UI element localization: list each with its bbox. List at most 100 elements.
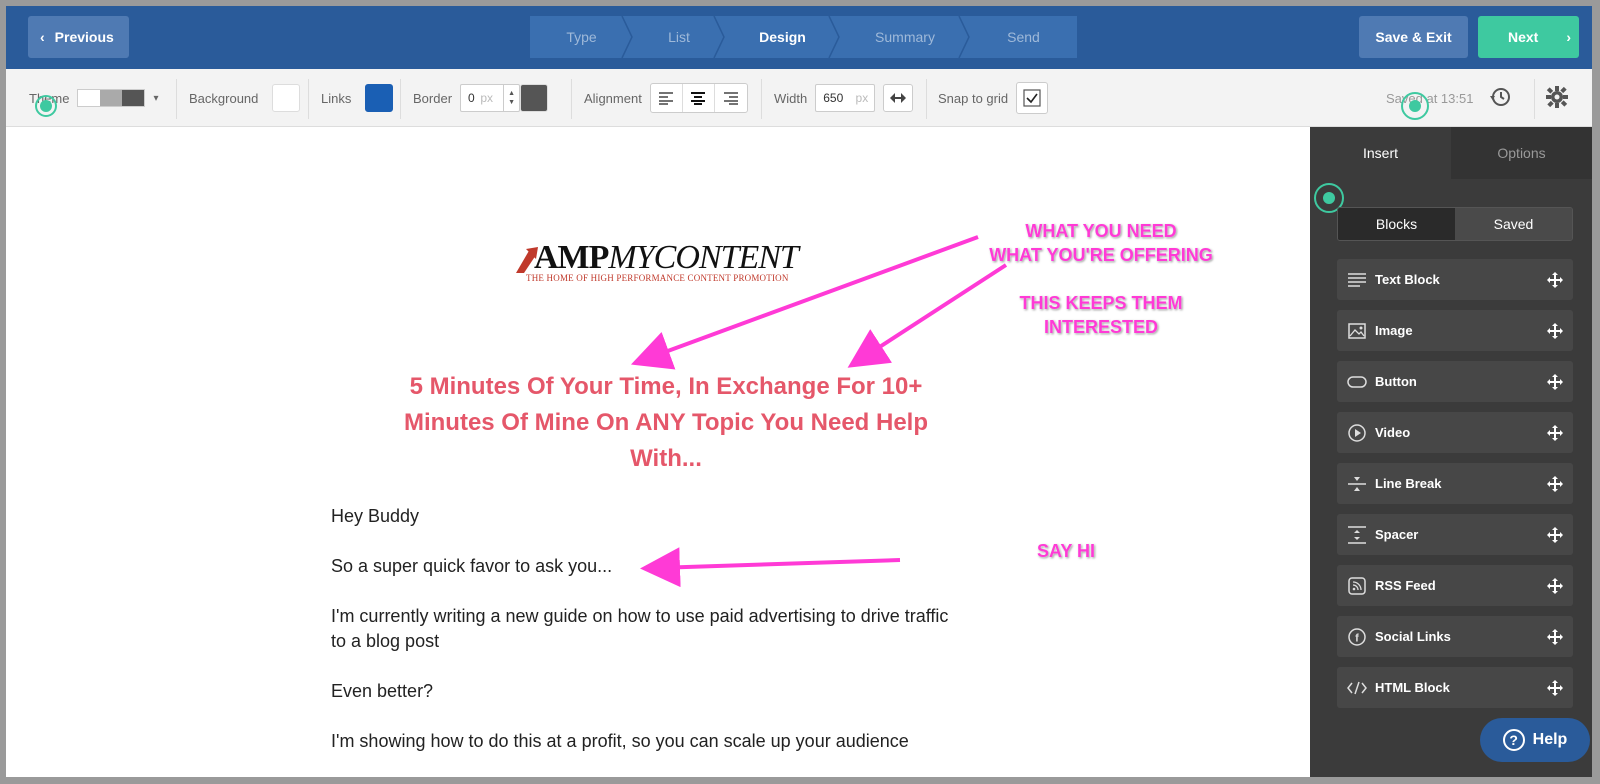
saved-text: Saved at 13:51 — [1386, 90, 1474, 106]
tab-options[interactable]: Options — [1451, 127, 1592, 179]
block-button[interactable]: Button — [1337, 361, 1573, 402]
drag-handle-icon[interactable] — [1547, 271, 1563, 288]
block-label: Button — [1375, 374, 1417, 389]
block-spacer[interactable]: Spacer — [1337, 514, 1573, 555]
block-label: Text Block — [1375, 272, 1440, 287]
step-separator-icon — [958, 16, 970, 58]
facebook-icon: f — [1347, 627, 1367, 647]
help-button[interactable]: ? Help — [1480, 718, 1590, 762]
step-separator-icon — [828, 16, 840, 58]
width-label: Width — [774, 90, 808, 106]
arrow-to-headline-right — [847, 263, 1008, 368]
hotspot-theme-dot[interactable] — [35, 95, 57, 117]
width-input[interactable]: 650 px — [815, 84, 876, 112]
annotation-line: THIS KEEPS THEM — [1019, 293, 1183, 313]
block-label: HTML Block — [1375, 680, 1450, 695]
panel-tabs: Insert Options — [1310, 127, 1592, 179]
full-width-toggle-icon[interactable] — [883, 84, 914, 112]
block-image[interactable]: Image — [1337, 310, 1573, 351]
border-control: Border 0 px ▲ ▼ — [413, 69, 549, 127]
annotation-interested: THIS KEEPS THEM INTERESTED — [996, 291, 1206, 339]
width-unit: px — [855, 91, 869, 105]
step-summary[interactable]: Summary — [840, 16, 970, 58]
wizard-steps: Type List Design Summary Send — [530, 16, 1077, 58]
step-design[interactable]: Design — [725, 16, 840, 58]
email-headline[interactable]: 5 Minutes Of Your Time, In Exchange For … — [366, 369, 966, 477]
width-control: Width 650 px — [774, 69, 914, 127]
drag-handle-icon[interactable] — [1547, 628, 1563, 645]
save-exit-button[interactable]: Save & Exit — [1359, 16, 1468, 58]
block-html[interactable]: HTML Block — [1337, 667, 1573, 708]
annotation-line: INTERESTED — [1043, 317, 1158, 337]
previous-button[interactable]: ‹ Previous — [28, 16, 129, 58]
block-label: RSS Feed — [1375, 578, 1436, 593]
body-paragraph[interactable]: Even better? — [331, 679, 961, 704]
block-line-break[interactable]: Line Break — [1337, 463, 1573, 504]
drag-handle-icon[interactable] — [1547, 322, 1563, 339]
logo-tagline: THE HOME OF HIGH PERFORMANCE CONTENT PRO… — [526, 273, 789, 283]
rss-icon — [1347, 576, 1367, 596]
settings-control — [1546, 69, 1568, 127]
annotation-line: WHAT YOU NEED — [1025, 221, 1177, 241]
step-label: Type — [566, 29, 597, 45]
code-icon — [1347, 678, 1367, 698]
chevron-right-icon: › — [1566, 29, 1572, 45]
insert-panel: Insert Options Blocks Saved Text Block I… — [1310, 127, 1592, 777]
border-width-input[interactable]: 0 px ▲ ▼ — [460, 84, 521, 112]
step-send[interactable]: Send — [970, 16, 1077, 58]
block-label: Spacer — [1375, 527, 1419, 542]
background-color-swatch[interactable] — [272, 84, 301, 112]
step-label: List — [668, 29, 690, 45]
stepper-icon[interactable]: ▲ ▼ — [503, 85, 519, 111]
theme-swatch-strip[interactable] — [77, 89, 146, 107]
logo-bold-text: AMP — [534, 239, 609, 276]
svg-text:f: f — [1355, 632, 1359, 644]
body-paragraph[interactable]: Hey Buddy — [331, 504, 961, 529]
drag-handle-icon[interactable] — [1547, 526, 1563, 543]
alignment-label: Alignment — [584, 90, 642, 106]
tab-insert[interactable]: Insert — [1310, 127, 1451, 179]
body-paragraph[interactable]: I'm currently writing a new guide on how… — [331, 604, 961, 654]
border-color-swatch[interactable] — [520, 84, 549, 112]
align-right-icon[interactable] — [715, 84, 747, 112]
background-label: Background — [189, 90, 259, 106]
email-canvas: AMPMYCONTENT THE HOME OF HIGH PERFORMANC… — [6, 127, 1310, 777]
width-value: 650 — [823, 91, 844, 105]
button-pill-icon — [1347, 372, 1367, 392]
drag-handle-icon[interactable] — [1547, 577, 1563, 594]
next-button[interactable]: Next › — [1478, 16, 1579, 58]
previous-label: Previous — [54, 29, 114, 45]
annotation-line: WHAT YOU'RE OFFERING — [989, 245, 1213, 265]
block-label: Video — [1375, 425, 1411, 440]
hotspot-saved-dot[interactable] — [1401, 92, 1429, 120]
links-color-swatch[interactable] — [365, 84, 394, 112]
drag-handle-icon[interactable] — [1547, 679, 1563, 696]
drag-handle-icon[interactable] — [1547, 424, 1563, 441]
block-video[interactable]: Video — [1337, 412, 1573, 453]
border-label: Border — [413, 90, 453, 106]
align-left-icon[interactable] — [651, 84, 683, 112]
drag-handle-icon[interactable] — [1547, 373, 1563, 390]
subtab-blocks[interactable]: Blocks — [1338, 208, 1455, 240]
snap-checkbox[interactable] — [1016, 82, 1049, 114]
alignment-buttons — [649, 83, 748, 113]
step-list[interactable]: List — [633, 16, 725, 58]
logo: AMPMYCONTENT THE HOME OF HIGH PERFORMANC… — [516, 239, 816, 287]
history-icon[interactable] — [1489, 86, 1511, 111]
background-control: Background — [189, 69, 301, 127]
drag-handle-icon[interactable] — [1547, 475, 1563, 492]
chevron-down-icon[interactable]: ▾ — [153, 93, 158, 104]
block-social-links[interactable]: f Social Links — [1337, 616, 1573, 657]
subtab-saved[interactable]: Saved — [1455, 208, 1572, 240]
body-paragraph[interactable]: I'm showing how to do this at a profit, … — [331, 729, 961, 754]
block-text[interactable]: Text Block — [1337, 259, 1573, 300]
step-label: Design — [759, 29, 806, 45]
gear-icon[interactable] — [1546, 85, 1568, 111]
block-rss[interactable]: RSS Feed — [1337, 565, 1573, 606]
snap-control: Snap to grid — [938, 69, 1049, 127]
help-label: Help — [1532, 731, 1568, 748]
step-type[interactable]: Type — [530, 16, 633, 58]
email-body[interactable]: Hey Buddy So a super quick favor to ask … — [331, 504, 961, 777]
body-paragraph[interactable]: So a super quick favor to ask you... — [331, 554, 961, 579]
align-center-icon[interactable] — [683, 84, 715, 112]
